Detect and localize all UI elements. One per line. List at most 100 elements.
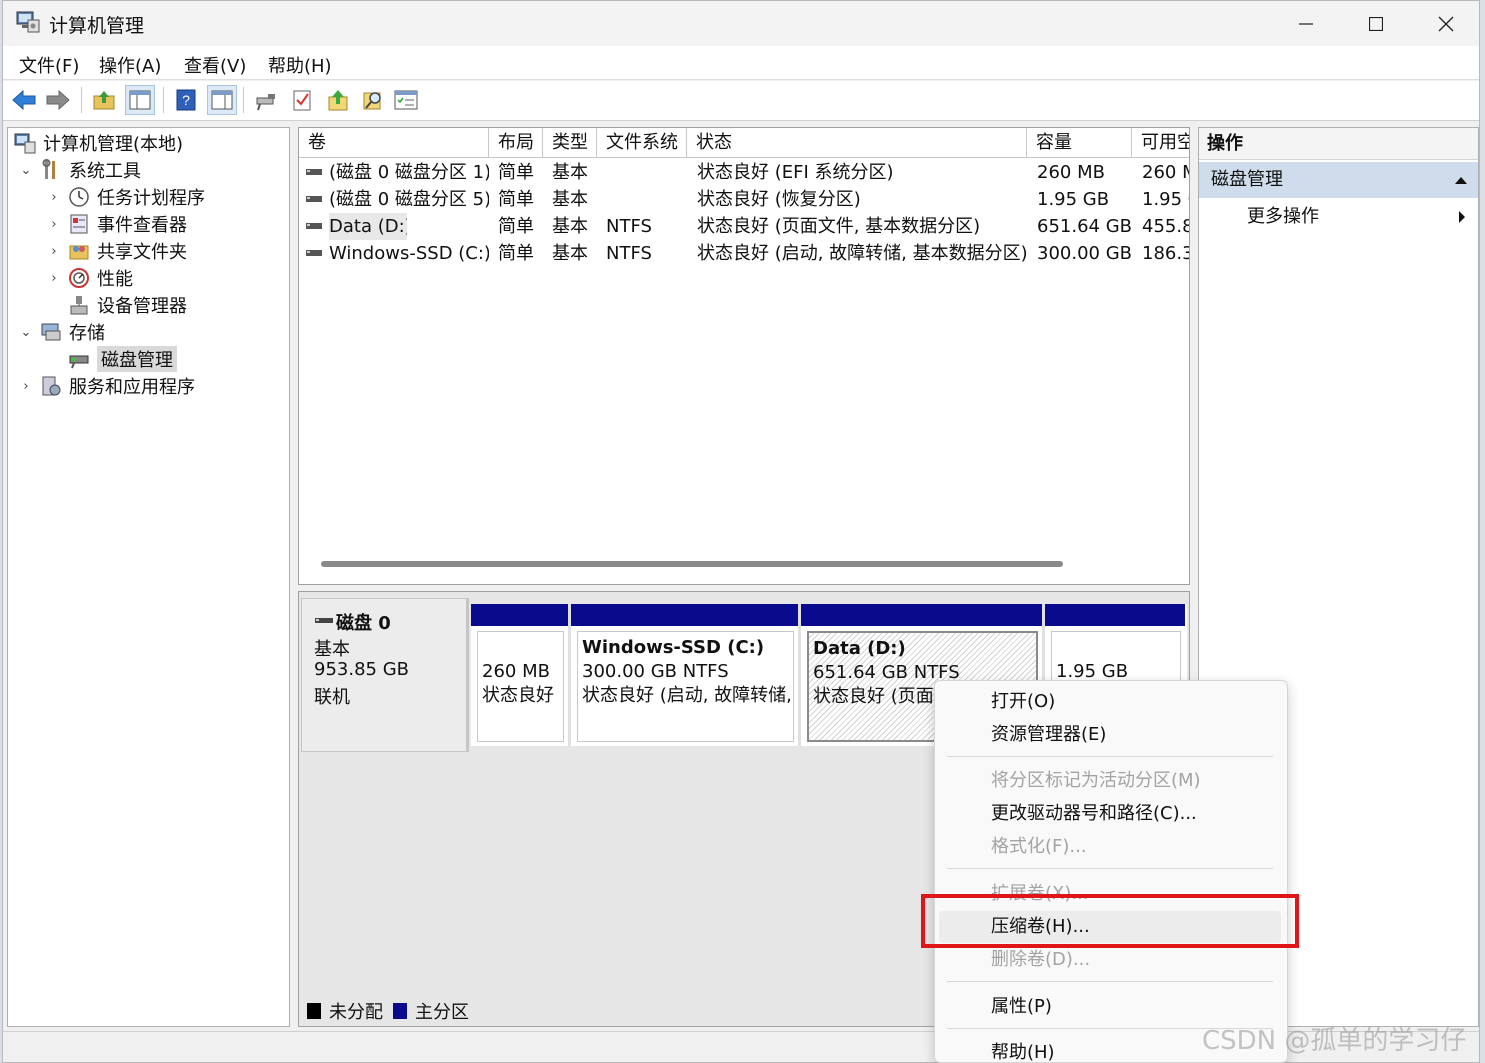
menu-action[interactable]: 操作(A): [99, 52, 161, 78]
computer-management-icon: [14, 133, 36, 154]
cell-free-space: 1.95 G: [1142, 189, 1189, 210]
menu-item-format[interactable]: 格式化(F)...: [939, 831, 1281, 863]
cell-type: 基本: [552, 243, 588, 264]
partition-title: [1056, 636, 1180, 660]
close-button[interactable]: [1411, 1, 1479, 46]
menu-item-open[interactable]: 打开(O): [939, 686, 1281, 718]
legend-unallocated: 未分配: [329, 1002, 383, 1023]
tree-label: 计算机管理(本地): [43, 134, 184, 155]
horizontal-scrollbar[interactable]: [321, 561, 1063, 567]
table-row[interactable]: (磁盘 0 磁盘分区 5) 简单 基本 状态良好 (恢复分区) 1.95 GB …: [299, 186, 1189, 213]
menu-item-change-drive-letter[interactable]: 更改驱动器号和路径(C)...: [939, 798, 1281, 830]
tree-item-system-tools[interactable]: ⌄ 系统工具: [18, 157, 141, 183]
legend-swatch-unallocated: [307, 1003, 321, 1019]
volume-list-header: 卷 布局 类型 文件系统 状态 容量 可用空: [299, 128, 1189, 158]
help-button[interactable]: ?: [171, 85, 201, 115]
table-row[interactable]: Windows-SSD (C:) 简单 基本 NTFS 状态良好 (启动, 故障…: [299, 240, 1189, 267]
minimize-icon: [1299, 22, 1313, 25]
tree-item-shared-folders[interactable]: › 共享文件夹: [46, 238, 187, 264]
up-one-level-button[interactable]: [89, 85, 119, 115]
cell-status: 状态良好 (EFI 系统分区): [697, 162, 894, 183]
search-icon: [363, 92, 381, 110]
tree-label: 磁盘管理: [97, 346, 177, 372]
forward-button[interactable]: [43, 85, 73, 115]
connect-button[interactable]: [251, 85, 281, 115]
checklist-button[interactable]: [287, 85, 317, 115]
column-header-type[interactable]: 类型: [543, 128, 597, 158]
chevron-right-icon[interactable]: ›: [18, 379, 34, 394]
menu-item-properties[interactable]: 属性(P): [939, 991, 1281, 1023]
show-hide-tree-button[interactable]: [125, 85, 155, 115]
storage-icon: [41, 323, 61, 341]
minimize-button[interactable]: [1271, 1, 1341, 46]
tree-item-device-manager[interactable]: 设备管理器: [46, 292, 187, 318]
actions-section-disk-management[interactable]: 磁盘管理: [1199, 162, 1478, 198]
menu-help[interactable]: 帮助(H): [268, 52, 332, 78]
tree-item-task-scheduler[interactable]: › 任务计划程序: [46, 184, 205, 210]
tree-item-disk-management[interactable]: 磁盘管理: [46, 346, 177, 372]
properties-toolbar-button[interactable]: [391, 85, 421, 115]
menu-bar: 文件(F) 操作(A) 查看(V) 帮助(H): [3, 46, 1479, 80]
find-button[interactable]: [358, 85, 388, 115]
cell-capacity: 300.00 GB: [1037, 243, 1132, 264]
menu-item-mark-active[interactable]: 将分区标记为活动分区(M): [939, 765, 1281, 797]
column-header-capacity[interactable]: 容量: [1027, 128, 1132, 158]
table-row[interactable]: Data (D:) 简单 基本 NTFS 状态良好 (页面文件, 基本数据分区)…: [299, 213, 1189, 240]
partition-efi[interactable]: 260 MB 状态良好: [471, 604, 571, 746]
volume-icon: [305, 213, 325, 240]
table-row[interactable]: (磁盘 0 磁盘分区 1) 简单 基本 状态良好 (EFI 系统分区) 260 …: [299, 159, 1189, 186]
partition-title: Data (D:): [813, 638, 906, 659]
tree-item-computer-management[interactable]: 计算机管理(本地): [14, 130, 183, 156]
svg-text:?: ?: [182, 92, 190, 108]
volume-icon: [305, 186, 325, 213]
partition-size: 300.00 GB NTFS: [582, 661, 729, 682]
maximize-button[interactable]: [1341, 1, 1411, 46]
forward-arrow-icon: [46, 89, 70, 111]
clock-icon: [69, 187, 89, 207]
column-header-filesystem[interactable]: 文件系统: [597, 128, 687, 158]
column-header-status[interactable]: 状态: [687, 128, 1027, 158]
column-header-volume[interactable]: 卷: [299, 128, 489, 158]
chevron-right-icon[interactable]: ›: [46, 271, 62, 286]
menu-item-delete-volume[interactable]: 删除卷(D)...: [939, 944, 1281, 976]
menu-item-explorer[interactable]: 资源管理器(E): [939, 719, 1281, 751]
cell-free-space: 455.8: [1142, 216, 1190, 237]
cell-filesystem: [606, 159, 686, 186]
chevron-right-icon[interactable]: ›: [46, 244, 62, 259]
more-actions-item[interactable]: 更多操作: [1199, 200, 1478, 234]
cell-filesystem: [606, 186, 686, 213]
shared-folder-icon: [69, 245, 89, 260]
tree-item-services-apps[interactable]: › 服务和应用程序: [18, 373, 195, 399]
partition-c[interactable]: Windows-SSD (C:) 300.00 GB NTFS 状态良好 (启动…: [571, 604, 801, 746]
checklist-icon: [293, 90, 311, 111]
title-bar[interactable]: 计算机管理: [3, 1, 1479, 46]
collapse-triangle-icon[interactable]: [1454, 175, 1468, 185]
menu-file[interactable]: 文件(F): [19, 52, 79, 78]
partition-size: 260 MB: [482, 661, 550, 682]
show-hide-action-pane-button[interactable]: [207, 85, 237, 115]
maximize-icon: [1369, 16, 1383, 31]
tree-label: 系统工具: [69, 161, 141, 182]
performance-icon: [69, 268, 89, 288]
tree-item-event-viewer[interactable]: › 事件查看器: [46, 211, 187, 237]
column-header-layout[interactable]: 布局: [489, 128, 543, 158]
export-button[interactable]: [323, 85, 353, 115]
chevron-down-icon[interactable]: ⌄: [18, 163, 34, 178]
tree-label: 存储: [69, 323, 105, 344]
partition-legend: 未分配 主分区: [307, 998, 469, 1024]
cell-volume: Windows-SSD (C:): [329, 243, 489, 264]
toolbar: ?: [3, 81, 1479, 121]
close-icon: [1438, 16, 1454, 31]
chevron-right-icon[interactable]: ›: [46, 217, 62, 232]
chevron-down-icon[interactable]: ⌄: [18, 325, 34, 340]
tools-icon: [42, 159, 55, 179]
column-header-free-space[interactable]: 可用空: [1132, 128, 1189, 158]
menu-view[interactable]: 查看(V): [184, 52, 246, 78]
chevron-right-icon[interactable]: ›: [46, 190, 62, 205]
tree-item-storage[interactable]: ⌄ 存储: [18, 319, 105, 345]
submenu-arrow-icon: [1459, 211, 1465, 223]
tree-item-performance[interactable]: › 性能: [46, 265, 133, 291]
back-button[interactable]: [9, 85, 39, 115]
cell-status: 状态良好 (恢复分区): [697, 189, 861, 210]
disk-0-label[interactable]: 磁盘 0 基本 953.85 GB 联机: [301, 598, 469, 752]
